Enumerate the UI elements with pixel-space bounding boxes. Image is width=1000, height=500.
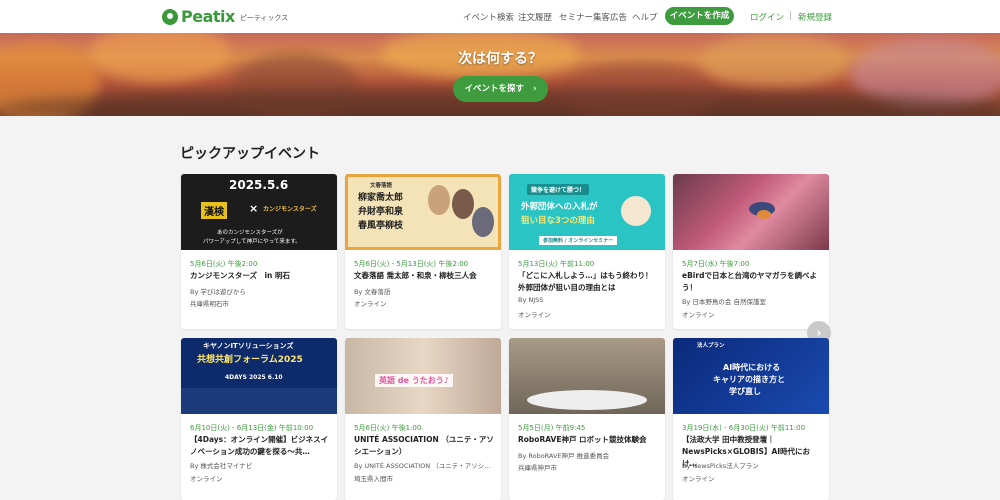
hero-banner: 次は何する？ bbox=[0, 33, 1000, 116]
event-card[interactable]: 文春落語 柳家喬太郎 弁財亭和泉 春風亭柳枝 5月6日(火) - 5月13日(火… bbox=[345, 174, 501, 329]
find-events-button[interactable]: イベントを探す › bbox=[453, 76, 548, 102]
event-location: オンライン bbox=[354, 300, 387, 308]
event-title: RoboRAVE神戸 ロボット競技体験会 bbox=[518, 435, 647, 444]
event-organizer: By RoboRAVE神戸 推進委員会 bbox=[518, 452, 610, 460]
event-date: 5月6日(火) 午後1:00 bbox=[354, 424, 422, 432]
event-location: 埼玉県入間市 bbox=[354, 475, 393, 483]
event-location: 兵庫県明石市 bbox=[190, 300, 229, 308]
event-date: 5月7日(水) 午後7:00 bbox=[682, 260, 750, 268]
event-image: 英語 de うたおう♪ bbox=[345, 338, 501, 414]
event-card[interactable]: 英語 de うたおう♪ 5月6日(火) 午後1:00 UNITÉ ASSOCIA… bbox=[345, 338, 501, 500]
event-title: 「どこに入札しよう…」はもう終わり！外郭団体が狙い目の理由とは bbox=[518, 271, 653, 292]
event-card[interactable]: キヤノンITソリューションズ 共想共創フォーラム2025 4DAYS 2025 … bbox=[181, 338, 337, 500]
login-link[interactable]: ログイン bbox=[750, 11, 784, 23]
brand-subtitle: ピーティックス bbox=[239, 14, 289, 22]
event-date: 6月10日(火) - 6月13日(金) 午前10:00 bbox=[190, 424, 314, 432]
event-date: 5月5日(月) 午前9:45 bbox=[518, 424, 586, 432]
hero-title: 次は何する？ bbox=[458, 51, 542, 67]
find-events-label: イベントを探す bbox=[464, 84, 525, 94]
event-date: 3月19日(水) - 6月30日(火) 午前11:00 bbox=[682, 424, 806, 432]
event-organizer: By 株式会社マイナビ bbox=[190, 462, 253, 470]
chevron-right-icon: › bbox=[532, 84, 537, 94]
event-image: キヤノンITソリューションズ 共想共創フォーラム2025 4DAYS 2025 … bbox=[181, 338, 337, 414]
event-image: 法人プラン AI時代における キャリアの描き方と 学び直し bbox=[673, 338, 829, 414]
nav-separator: | bbox=[789, 11, 792, 21]
event-image bbox=[673, 174, 829, 250]
event-organizer: By 学びは遊びから bbox=[190, 288, 246, 296]
event-location: オンライン bbox=[682, 311, 715, 319]
create-event-button[interactable]: イベントを作成 bbox=[665, 7, 734, 25]
event-location: 兵庫県神戸市 bbox=[518, 464, 557, 472]
nav-seminar-ads[interactable]: セミナー集客広告 bbox=[559, 11, 627, 23]
event-organizer: By 文春落語 bbox=[354, 288, 391, 296]
nav-order-history[interactable]: 注文履歴 bbox=[518, 11, 552, 23]
event-card[interactable]: 法人プラン AI時代における キャリアの描き方と 学び直し 3月19日(水) -… bbox=[673, 338, 829, 500]
event-card[interactable]: 5月7日(水) 午後7:00 eBirdで日本と台湾のヤマガラを調べよう！ By… bbox=[673, 174, 829, 329]
brand-name: Peatix bbox=[181, 7, 235, 26]
section-title: ピックアップイベント bbox=[180, 146, 320, 162]
nav-help[interactable]: ヘルプ bbox=[632, 11, 658, 23]
nav-event-search[interactable]: イベント検索 bbox=[463, 11, 514, 23]
event-date: 5月13日(火) 午前11:00 bbox=[518, 260, 595, 268]
event-date: 5月6日(火) 午後2:00 bbox=[190, 260, 258, 268]
peatix-logo[interactable]: Peatix ピーティックス bbox=[162, 7, 288, 26]
event-title: カンジモンスターズ in 明石 bbox=[190, 271, 290, 280]
event-organizer: By NJSS bbox=[518, 296, 544, 304]
peatix-logo-icon bbox=[162, 8, 178, 25]
event-card[interactable]: 競争を避けて勝つ！ 外郭団体への入札が 狙い目な3つの理由 参加無料 / オンラ… bbox=[509, 174, 665, 329]
event-card[interactable]: 2025.5.6 漢検 × カンジモンスターズ あのカンジモンスターズが パワー… bbox=[181, 174, 337, 329]
event-location: オンライン bbox=[190, 475, 223, 483]
event-location: オンライン bbox=[682, 475, 715, 483]
event-date: 5月6日(火) - 5月13日(火) 午後2:00 bbox=[354, 260, 469, 268]
event-title: eBirdで日本と台湾のヤマガラを調べよう！ bbox=[682, 271, 817, 292]
event-title: 文春落語 喬太郎・和泉・柳枝三人会 bbox=[354, 271, 477, 280]
event-title: UNITÉ ASSOCIATION （ユニテ・アソシエーション） bbox=[354, 435, 494, 456]
top-header: Peatix ピーティックス イベント検索 注文履歴 セミナー集客広告 ヘルプ … bbox=[0, 0, 1000, 33]
event-image: 2025.5.6 漢検 × カンジモンスターズ あのカンジモンスターズが パワー… bbox=[181, 174, 337, 250]
signup-link[interactable]: 新規登録 bbox=[798, 11, 832, 23]
event-organizer: By UNITÉ ASSOCIATION （ユニテ・アソシ… bbox=[354, 462, 491, 470]
event-card[interactable]: 5月5日(月) 午前9:45 RoboRAVE神戸 ロボット競技体験会 By R… bbox=[509, 338, 665, 500]
event-image bbox=[509, 338, 665, 414]
event-organizer: By NewsPicks法人プラン bbox=[682, 462, 759, 470]
event-title: 【4Days：オンライン開催】ビジネスイノベーション成功の鍵を探る〜共… bbox=[190, 435, 329, 456]
event-location: オンライン bbox=[518, 311, 551, 319]
event-organizer: By 日本野鳥の会 自然保護室 bbox=[682, 298, 766, 306]
event-image: 競争を避けて勝つ！ 外郭団体への入札が 狙い目な3つの理由 参加無料 / オンラ… bbox=[509, 174, 665, 250]
event-image: 文春落語 柳家喬太郎 弁財亭和泉 春風亭柳枝 bbox=[345, 174, 501, 250]
